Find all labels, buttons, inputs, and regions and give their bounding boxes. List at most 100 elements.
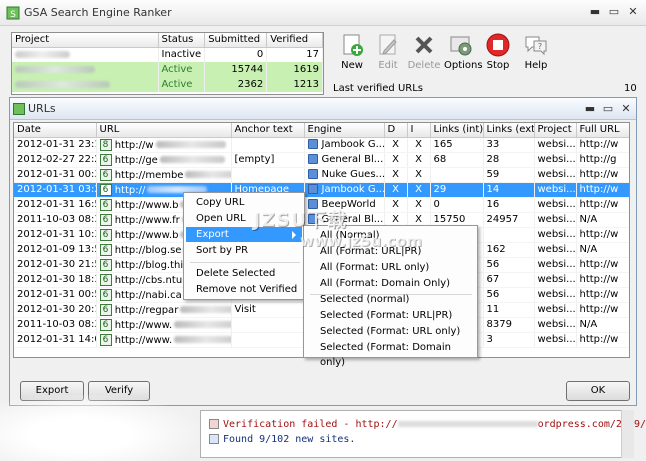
row-url: 6 http://www. [96, 317, 232, 333]
row-links-ext: 67 [483, 272, 535, 288]
row-full-url: http://w [576, 257, 629, 273]
minimize-icon[interactable]: ▬ [586, 4, 604, 20]
export-selected-domain-only[interactable]: Selected (Format: Domain only) [306, 340, 476, 368]
col-status[interactable]: Status [158, 33, 206, 48]
col-engine[interactable]: Engine [304, 123, 385, 138]
project-submitted: 15744 [204, 62, 268, 77]
options-button[interactable]: Options [444, 32, 483, 71]
row-i: X [407, 167, 431, 183]
col-project[interactable]: Project [12, 33, 159, 48]
col-full-url[interactable]: Full URL [576, 123, 629, 138]
row-i: X [407, 182, 431, 198]
row-links-int [430, 167, 484, 183]
project-row[interactable]: Active 2362 1213 [12, 77, 323, 92]
export-selected-normal[interactable]: Selected (normal) [306, 292, 476, 307]
col-links-ext[interactable]: Links (ext) [483, 123, 535, 138]
urls-window-title: URLs [28, 102, 56, 115]
export-all-domain-only[interactable]: All (Format: Domain Only) [306, 276, 476, 291]
new-document-icon [343, 34, 363, 56]
row-d: X [384, 137, 408, 153]
row-links-ext: 3 [483, 332, 535, 348]
url-row[interactable]: 2012-01-31 03:236 http://HomepageJambook… [14, 182, 629, 198]
delete-button[interactable]: Delete [407, 32, 441, 71]
delete-label: Delete [407, 60, 441, 71]
col-anchor-text[interactable]: Anchor text [231, 123, 305, 138]
urls-minimize-icon[interactable]: ▬ [581, 101, 599, 117]
help-button[interactable]: ? Help [519, 32, 553, 71]
row-links-ext: 14 [483, 182, 535, 198]
export-selected-url-pr[interactable]: Selected (Format: URL|PR) [306, 308, 476, 323]
col-project[interactable]: Project [534, 123, 577, 138]
url-row[interactable]: 2012-02-27 22:256 http://ge[empty]Genera… [14, 152, 629, 168]
col-links-int[interactable]: Links (int) [430, 123, 484, 138]
col-date[interactable]: Date [14, 123, 97, 138]
stop-button[interactable]: Stop [481, 32, 515, 71]
row-url-text: http://membe [114, 169, 184, 181]
col-submitted[interactable]: Submitted [204, 33, 268, 48]
edit-pencil-icon [379, 34, 397, 55]
error-log-icon [209, 419, 219, 429]
row-full-url: N/A [576, 212, 629, 228]
project-row[interactable]: Active 15744 1619 [12, 62, 323, 77]
row-i: X [407, 152, 431, 168]
row-url: 6 http://www. [96, 332, 232, 348]
row-project: websi... [534, 332, 577, 348]
urls-maximize-icon[interactable]: ▭ [599, 101, 617, 117]
row-full-url: http://w [576, 287, 629, 303]
ok-button[interactable]: OK [566, 381, 630, 401]
row-project: websi... [534, 257, 577, 273]
url-blurred [155, 141, 226, 148]
maximize-icon[interactable]: ▭ [605, 4, 623, 20]
delete-x-icon [415, 36, 433, 54]
last-verified-label: Last verified URLs [333, 83, 423, 94]
row-date: 2012-01-31 00:56 [14, 287, 97, 303]
row-url-text: http://blog.thi [114, 259, 184, 271]
row-date: 2012-01-31 23:12 [14, 137, 97, 153]
log-scrollbar[interactable] [621, 410, 634, 458]
export-selected-url-only[interactable]: Selected (Format: URL only) [306, 324, 476, 339]
row-date: 2012-01-31 16:59 [14, 197, 97, 213]
submenu-arrow-icon [292, 231, 296, 239]
menu-sort-by-pr[interactable]: Sort by PR [186, 243, 302, 258]
main-title-bar: S GSA Search Engine Ranker ▬ ▭ ✕ [0, 0, 646, 26]
row-project: websi... [534, 227, 577, 243]
projects-table[interactable]: Project Status Submitted Verified Inacti… [11, 32, 324, 95]
col-i[interactable]: I [407, 123, 431, 138]
col-d[interactable]: D [384, 123, 408, 138]
url-blurred [180, 306, 230, 313]
row-date: 2012-01-09 13:58 [14, 242, 97, 258]
row-date: 2012-01-30 21:54 [14, 257, 97, 273]
project-name-blurred [15, 65, 95, 73]
row-url-text: http://www.b [114, 199, 179, 211]
col-verified[interactable]: Verified [266, 33, 323, 48]
row-project: websi... [534, 167, 577, 183]
watermark-url: www.jz5u.com [300, 232, 422, 250]
row-url-text: http://ge [114, 154, 158, 166]
row-links-ext [483, 227, 535, 243]
help-label: Help [524, 60, 548, 71]
row-url-text: http://w [114, 139, 154, 151]
row-links-int: 68 [430, 152, 484, 168]
close-icon[interactable]: ✕ [624, 4, 642, 20]
row-full-url: http://w [576, 332, 629, 348]
url-row[interactable]: 2012-01-31 23:128 http://wJambook G...XX… [14, 137, 629, 153]
watermark-text: JZSU下载 [253, 209, 347, 231]
col-url[interactable]: URL [96, 123, 232, 138]
row-project: websi... [534, 182, 577, 198]
project-row[interactable]: Inactive 0 17 [12, 47, 323, 62]
row-url-text: http://www. [114, 319, 173, 331]
row-date: 2012-02-27 22:25 [14, 152, 97, 168]
export-all-url-only[interactable]: All (Format: URL only) [306, 260, 476, 275]
row-engine: Jambook G... [304, 137, 385, 153]
menu-remove-not-verified[interactable]: Remove not Verified [186, 282, 302, 297]
edit-button[interactable]: Edit [371, 32, 405, 71]
row-links-int: 165 [430, 137, 484, 153]
urls-close-icon[interactable]: ✕ [617, 101, 635, 117]
new-button[interactable]: New [335, 32, 369, 71]
project-name-blurred [15, 50, 70, 58]
row-url-text: http:// [114, 184, 146, 196]
url-row[interactable]: 2012-01-31 00:366 http://membe Nuke Gues.… [14, 167, 629, 183]
row-links-ext: 16 [483, 197, 535, 213]
row-engine-text: General Bl... [321, 154, 384, 165]
menu-delete-selected[interactable]: Delete Selected [186, 266, 302, 281]
